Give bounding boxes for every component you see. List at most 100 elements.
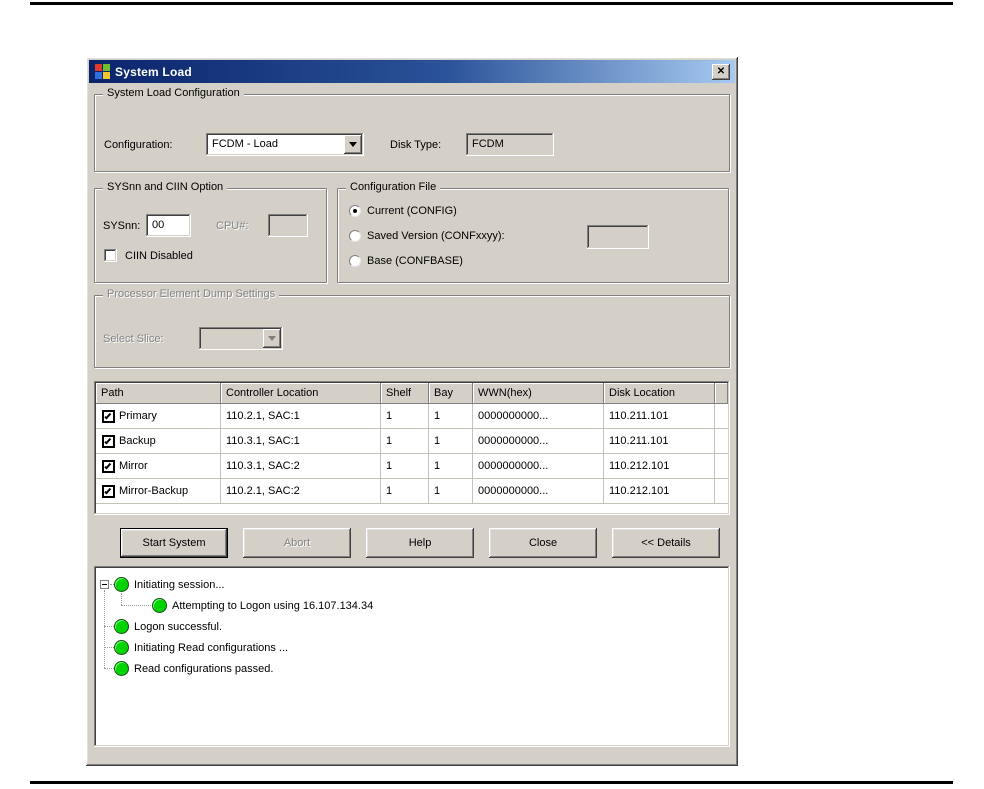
log-item[interactable]: Read configurations passed.	[96, 658, 728, 679]
column-header-path[interactable]: Path	[96, 383, 221, 404]
page-rule-top	[30, 2, 953, 5]
group-configuration-file: Configuration File Current (CONFIG) Save…	[337, 181, 729, 283]
disk-type-label: Disk Type:	[390, 139, 442, 151]
cpu-label: CPU#:	[216, 220, 249, 232]
titlebar[interactable]: System Load ✕	[89, 60, 735, 83]
disk-cell: 110.212.101	[604, 479, 715, 503]
log-text: Initiating Read configurations ...	[134, 641, 289, 654]
shelf-cell: 1	[381, 479, 429, 503]
column-header-wwn[interactable]: WWN(hex)	[473, 383, 604, 404]
log-text: Logon successful.	[134, 620, 223, 633]
wwn-cell: 0000000000...	[473, 404, 604, 428]
bay-cell: 1	[429, 479, 473, 503]
group-title: Processor Element Dump Settings	[103, 288, 280, 300]
radio-label: Base (CONFBASE)	[367, 255, 463, 267]
radio-icon	[349, 205, 361, 217]
start-system-button[interactable]: Start System	[120, 528, 228, 558]
ciin-disabled-label: CIIN Disabled	[125, 250, 193, 262]
status-ok-icon	[114, 577, 129, 592]
disk-cell: 110.211.101	[604, 404, 715, 428]
column-header-filler	[715, 383, 728, 404]
radio-label: Current (CONFIG)	[367, 205, 457, 217]
controller-cell: 110.3.1, SAC:2	[221, 454, 381, 478]
checkmark-icon	[104, 411, 112, 419]
close-button[interactable]: ✕	[712, 63, 730, 80]
column-header-bay[interactable]: Bay	[429, 383, 473, 404]
status-ok-icon	[114, 640, 129, 655]
configuration-dropdown[interactable]: FCDM - Load	[206, 133, 364, 156]
button-label: Start System	[142, 537, 206, 549]
chevron-down-icon	[268, 336, 276, 341]
wwn-cell: 0000000000...	[473, 429, 604, 453]
table-row[interactable]: Primary 110.2.1, SAC:1 1 1 0000000000...…	[96, 404, 728, 429]
disk-cell: 110.212.101	[604, 454, 715, 478]
path-cell: Primary	[119, 410, 157, 422]
button-label: Close	[528, 537, 558, 549]
group-system-load-configuration: System Load Configuration Configuration:…	[94, 87, 730, 172]
path-table: Path Controller Location Shelf Bay WWN(h…	[94, 381, 730, 515]
window-icon	[94, 64, 110, 80]
radio-icon	[349, 230, 361, 242]
status-log-panel: Initiating session... Attempting to Logo…	[94, 566, 730, 747]
page-rule-bottom	[30, 781, 953, 784]
column-header-controller-location[interactable]: Controller Location	[221, 383, 381, 404]
details-button[interactable]: << Details	[612, 528, 720, 558]
button-label: Abort	[283, 537, 311, 549]
sysnn-input[interactable]: 00	[146, 214, 191, 237]
table-row[interactable]: Mirror-Backup 110.2.1, SAC:2 1 1 0000000…	[96, 479, 728, 504]
ciin-disabled-checkbox[interactable]	[104, 249, 117, 262]
dropdown-button	[263, 329, 281, 348]
status-ok-icon	[152, 598, 167, 613]
close-icon: ✕	[716, 65, 726, 77]
dropdown-button[interactable]	[344, 135, 362, 154]
log-item[interactable]: Initiating session...	[96, 574, 728, 595]
select-slice-label: Select Slice:	[103, 333, 164, 345]
chevron-down-icon	[349, 142, 357, 147]
bay-cell: 1	[429, 404, 473, 428]
disk-type-value: FCDM	[472, 138, 504, 150]
radio-label: Saved Version (CONFxxyy):	[367, 230, 505, 242]
log-text: Read configurations passed.	[134, 662, 274, 675]
help-button[interactable]: Help	[366, 528, 474, 558]
checkmark-icon	[104, 436, 112, 444]
log-item[interactable]: Initiating Read configurations ...	[96, 637, 728, 658]
select-slice-dropdown	[199, 327, 283, 350]
row-checkbox[interactable]	[102, 484, 115, 498]
status-tree: Initiating session... Attempting to Logo…	[96, 568, 728, 745]
checkmark-icon	[104, 486, 112, 494]
row-checkbox[interactable]	[102, 409, 115, 423]
column-header-shelf[interactable]: Shelf	[381, 383, 429, 404]
radio-current-config[interactable]: Current (CONFIG)	[349, 203, 457, 219]
row-checkbox[interactable]	[102, 459, 115, 473]
sysnn-label: SYSnn:	[103, 220, 141, 232]
group-title: System Load Configuration	[103, 87, 244, 99]
group-sysnn-ciin-option: SYSnn and CIIN Option SYSnn: 00 CPU#: CI…	[94, 181, 327, 283]
shelf-cell: 1	[381, 454, 429, 478]
group-title: SYSnn and CIIN Option	[103, 181, 228, 193]
radio-base-confbase[interactable]: Base (CONFBASE)	[349, 253, 463, 269]
abort-button: Abort	[243, 528, 351, 558]
shelf-cell: 1	[381, 429, 429, 453]
row-checkbox[interactable]	[102, 434, 115, 448]
configuration-label: Configuration:	[104, 139, 173, 151]
table-row[interactable]: Mirror 110.3.1, SAC:2 1 1 0000000000... …	[96, 454, 728, 479]
saved-version-input	[587, 225, 649, 249]
radio-saved-version[interactable]: Saved Version (CONFxxyy):	[349, 228, 505, 244]
system-load-dialog: System Load ✕ System Load Configuration …	[86, 57, 738, 766]
log-item[interactable]: Attempting to Logon using 16.107.134.34	[96, 595, 728, 616]
log-item[interactable]: Logon successful.	[96, 616, 728, 637]
group-title: Configuration File	[346, 181, 441, 193]
path-cell: Mirror-Backup	[119, 485, 189, 497]
controller-cell: 110.3.1, SAC:1	[221, 429, 381, 453]
shelf-cell: 1	[381, 404, 429, 428]
select-slice-value	[199, 327, 261, 350]
close-button-bottom[interactable]: Close	[489, 528, 597, 558]
table-row[interactable]: Backup 110.3.1, SAC:1 1 1 0000000000... …	[96, 429, 728, 454]
column-header-disk-location[interactable]: Disk Location	[604, 383, 715, 404]
button-label: << Details	[641, 537, 691, 549]
log-text: Initiating session...	[134, 578, 225, 591]
collapse-expander-icon[interactable]	[100, 580, 109, 589]
wwn-cell: 0000000000...	[473, 454, 604, 478]
cpu-input	[268, 214, 308, 237]
disk-type-field: FCDM	[466, 133, 554, 156]
